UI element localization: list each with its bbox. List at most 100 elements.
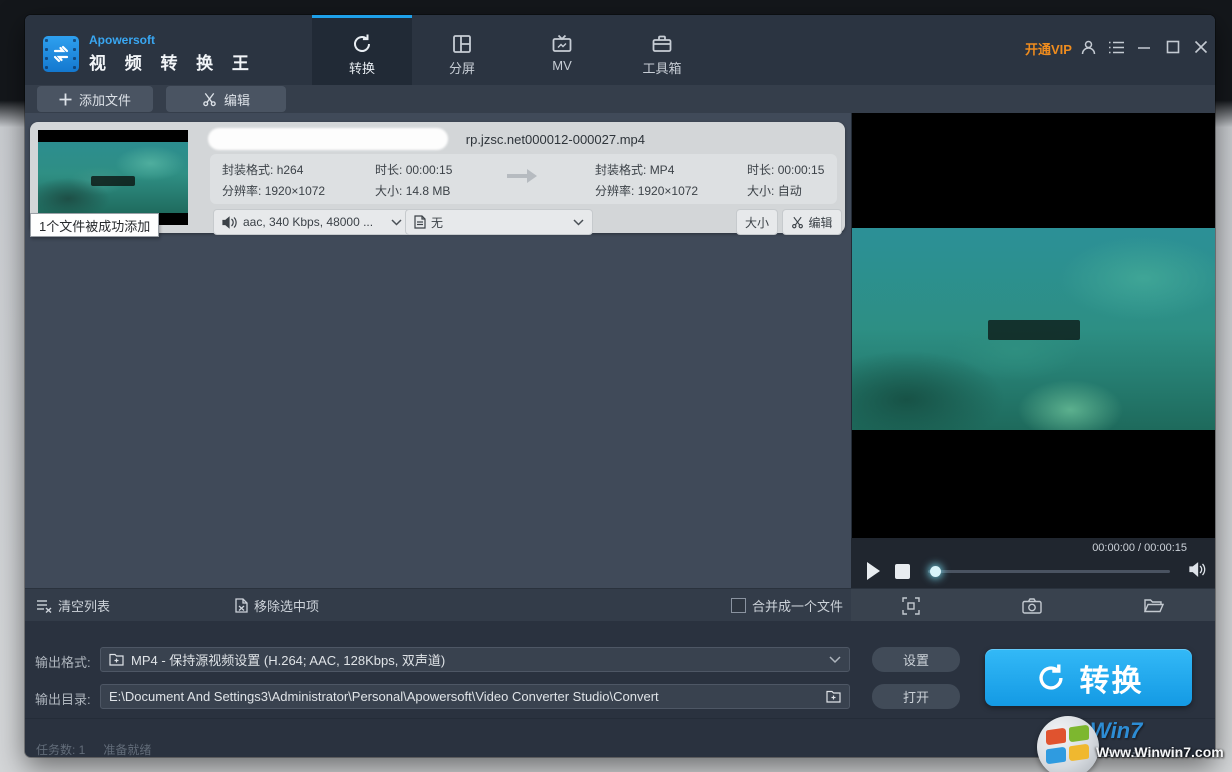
tab-mv[interactable]: MV	[512, 15, 612, 85]
tab-label: MV	[512, 58, 612, 73]
app-window: Apowersoft 视 频 转 换 王 转换 分屏	[25, 15, 1215, 757]
settings-button[interactable]: 设置	[872, 647, 960, 672]
speaker-icon	[222, 216, 238, 229]
meta-label: 封装格式:	[222, 163, 273, 177]
split-screen-icon	[450, 32, 474, 56]
size-button-label: 大小	[745, 214, 769, 231]
output-dir-label: 输出目录:	[35, 689, 91, 708]
output-dir-field[interactable]: E:\Document And Settings3\Administrator\…	[100, 684, 850, 709]
file-list-area: rp.jzsc.net000012-000027.mp4 封装格式: h264 …	[25, 113, 851, 588]
output-format: MP4	[650, 163, 675, 177]
preview-panel	[851, 113, 1215, 588]
add-file-button[interactable]: 添加文件	[37, 86, 153, 112]
volume-icon[interactable]	[1189, 562, 1207, 577]
brand-name: Apowersoft	[89, 33, 155, 47]
source-size: 14.8 MB	[406, 184, 451, 198]
task-count: 任务数: 1	[36, 741, 85, 757]
edit-button[interactable]: 编辑	[166, 86, 286, 112]
clear-list-label: 清空列表	[58, 596, 110, 615]
account-icon[interactable]	[1077, 37, 1099, 57]
open-output-label: 打开	[903, 687, 929, 706]
open-output-button[interactable]: 打开	[872, 684, 960, 709]
meta-label: 分辨率:	[222, 184, 261, 198]
tab-label: 分屏	[412, 58, 512, 77]
size-button[interactable]: 大小	[736, 209, 778, 235]
mv-tv-icon	[550, 32, 574, 56]
output-format-select[interactable]: MP4 - 保持源视频设置 (H.264; AAC, 128Kbps, 双声道)	[100, 647, 850, 672]
tab-split-screen[interactable]: 分屏	[412, 15, 512, 85]
playback-time: 00:00:00 / 00:00:15	[1092, 542, 1187, 554]
seek-slider[interactable]	[928, 570, 1170, 573]
meta-label: 分辨率:	[595, 184, 634, 198]
success-tooltip: 1个文件被成功添加	[30, 213, 159, 237]
scissors-icon	[202, 92, 217, 107]
close-button[interactable]	[1190, 37, 1212, 57]
browse-folder-icon[interactable]	[826, 690, 841, 703]
subtitle-select[interactable]: 无	[405, 209, 593, 235]
merge-files-checkbox[interactable]: 合并成一个文件	[731, 589, 843, 622]
remove-item-icon	[235, 598, 248, 613]
snapshot-camera-icon[interactable]	[1022, 598, 1042, 614]
audio-track-select[interactable]: aac, 340 Kbps, 48000 ...	[213, 209, 411, 235]
chevron-down-icon	[829, 656, 841, 664]
merge-files-label: 合并成一个文件	[752, 596, 843, 615]
scissors-icon	[791, 216, 804, 229]
subtitle-doc-icon	[414, 215, 426, 229]
remove-selected-label: 移除选中项	[254, 596, 319, 615]
output-dir-value: E:\Document And Settings3\Administrator\…	[109, 689, 659, 704]
item-edit-label: 编辑	[808, 214, 832, 231]
clear-list-icon	[36, 599, 52, 613]
seek-knob[interactable]	[930, 566, 941, 577]
chevron-down-icon	[573, 219, 584, 226]
maximize-button[interactable]	[1162, 37, 1184, 57]
item-edit-button[interactable]: 编辑	[782, 209, 842, 235]
thumbnail-watermark	[91, 176, 135, 186]
subtitle-value: 无	[431, 214, 443, 231]
minimize-button[interactable]	[1133, 37, 1155, 57]
convert-label: 转换	[1080, 656, 1144, 700]
meta-label: 大小:	[375, 184, 402, 198]
watermark-site-text: Www.Winwin7.com	[1096, 744, 1224, 760]
play-button[interactable]	[865, 561, 881, 581]
app-logo-icon	[43, 36, 79, 72]
player-controls: 00:00:00 / 00:00:15	[851, 538, 1215, 588]
remove-selected-button[interactable]: 移除选中项	[235, 589, 319, 622]
video-thumbnail	[38, 130, 188, 225]
file-name-redaction	[208, 128, 448, 150]
source-format: h264	[277, 163, 304, 177]
open-folder-icon[interactable]	[1144, 598, 1164, 613]
file-meta-panel: 封装格式: h264 分辨率: 1920×1072 时长: 00:00:15 大…	[210, 154, 837, 204]
windows-logo-watermark	[1037, 716, 1099, 772]
toolbox-icon	[650, 32, 674, 56]
audio-track-value: aac, 340 Kbps, 48000 ...	[243, 215, 373, 229]
stop-button[interactable]	[895, 564, 910, 579]
output-size: 自动	[778, 184, 802, 198]
output-duration: 00:00:15	[778, 163, 825, 177]
convert-refresh-icon	[350, 32, 374, 56]
meta-label: 大小:	[747, 184, 774, 198]
source-duration: 00:00:15	[406, 163, 453, 177]
tab-label: 工具箱	[612, 58, 712, 77]
convert-refresh-icon	[1034, 661, 1068, 695]
output-format-label: 输出格式:	[35, 652, 91, 671]
list-footer-bar: 清空列表 移除选中项 合并成一个文件	[25, 588, 851, 622]
vip-upgrade-link[interactable]: 开通VIP	[1025, 39, 1069, 58]
clear-list-button[interactable]: 清空列表	[36, 589, 110, 622]
menu-icon[interactable]	[1105, 37, 1127, 57]
output-settings-area: 输出格式: MP4 - 保持源视频设置 (H.264; AAC, 128Kbps…	[25, 621, 1215, 718]
toolbar: 添加文件 编辑	[25, 85, 1215, 113]
output-resolution: 1920×1072	[638, 184, 698, 198]
desktop-backdrop: Apowersoft 视 频 转 换 王 转换 分屏	[0, 0, 1232, 772]
meta-label: 时长:	[375, 163, 402, 177]
convert-button[interactable]: 转换	[985, 649, 1192, 706]
video-watermark	[988, 320, 1080, 340]
preview-action-bar	[851, 588, 1215, 622]
ready-state: 准备就绪	[103, 741, 151, 757]
fullscreen-icon[interactable]	[902, 597, 920, 615]
tab-convert[interactable]: 转换	[312, 15, 412, 85]
edit-label: 编辑	[224, 90, 250, 109]
title-bar: Apowersoft 视 频 转 换 王 转换 分屏	[25, 15, 1215, 85]
product-name: 视 频 转 换 王	[89, 49, 256, 74]
tab-toolbox[interactable]: 工具箱	[612, 15, 712, 85]
format-folder-icon	[109, 653, 124, 666]
